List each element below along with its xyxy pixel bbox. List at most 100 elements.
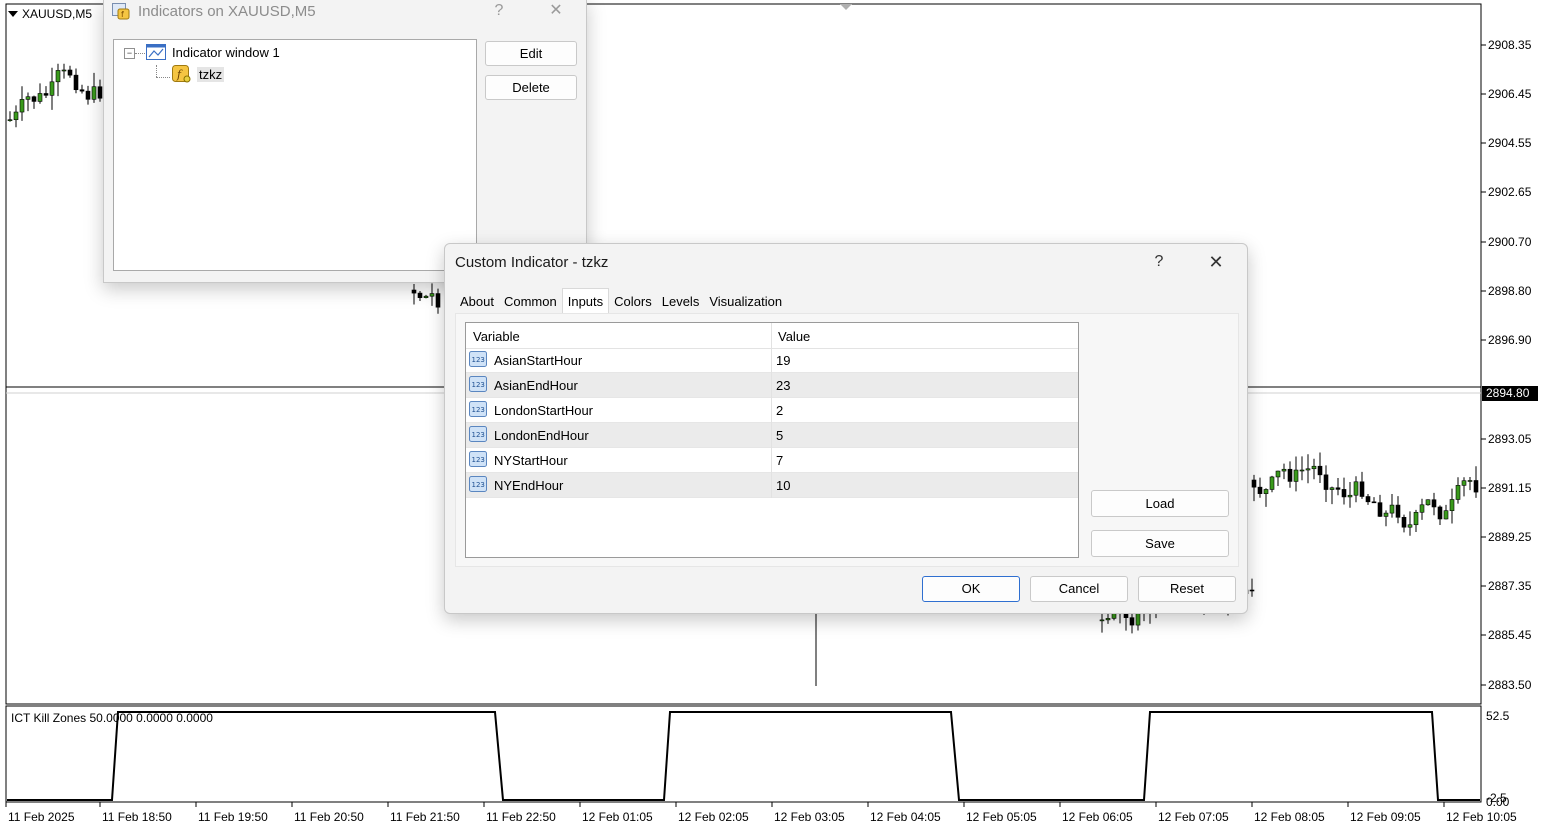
candle-body bbox=[1317, 465, 1323, 476]
collapse-toggle[interactable]: − bbox=[124, 48, 135, 59]
candle-body bbox=[1329, 487, 1335, 490]
tab-about[interactable]: About bbox=[455, 290, 499, 312]
help-button[interactable]: ? bbox=[484, 0, 514, 23]
price-tick-label: 2889.25 bbox=[1488, 530, 1532, 544]
candle-body bbox=[1099, 619, 1105, 622]
save-button[interactable]: Save bbox=[1091, 530, 1229, 557]
time-tick-label: 12 Feb 10:05 bbox=[1446, 810, 1517, 824]
dialog-help-button[interactable]: ? bbox=[1144, 250, 1174, 274]
candle-body bbox=[1251, 479, 1257, 488]
candle-body bbox=[1287, 468, 1293, 482]
kill-zones-line bbox=[7, 711, 1480, 801]
tab-common[interactable]: Common bbox=[499, 290, 562, 312]
tab-inputs[interactable]: Inputs bbox=[561, 288, 610, 314]
svg-text:f: f bbox=[121, 10, 124, 19]
tab-levels[interactable]: Levels bbox=[657, 290, 705, 312]
dialog-close-button[interactable]: ✕ bbox=[1201, 250, 1231, 274]
column-separator bbox=[771, 323, 772, 498]
candle-body bbox=[1407, 524, 1413, 528]
input-value[interactable]: 10 bbox=[776, 478, 790, 493]
indicators-window-titlebar[interactable]: f Indicators on XAUUSD,M5 ? ✕ bbox=[104, 0, 586, 27]
candle-body bbox=[1413, 511, 1419, 526]
svg-text:123: 123 bbox=[472, 481, 485, 489]
candle-body bbox=[1263, 489, 1269, 494]
candle-body bbox=[1473, 480, 1479, 493]
tab-colors[interactable]: Colors bbox=[609, 290, 657, 312]
time-tick-label: 12 Feb 03:05 bbox=[774, 810, 845, 824]
close-button[interactable]: ✕ bbox=[541, 0, 571, 23]
dropdown-triangle-icon[interactable] bbox=[8, 11, 18, 17]
input-row[interactable]: 123 LondonStartHour 2 bbox=[466, 398, 1078, 423]
price-tick-label: 2885.45 bbox=[1488, 628, 1532, 642]
input-row[interactable]: 123 NYEndHour 10 bbox=[466, 473, 1078, 498]
tree-item-indicator-window[interactable]: Indicator window 1 bbox=[146, 44, 280, 60]
input-variable-name: NYStartHour bbox=[494, 453, 568, 468]
custom-indicator-dialog: Custom Indicator - tzkz ? ✕ About Common… bbox=[444, 243, 1248, 614]
candle-body bbox=[1275, 470, 1281, 478]
time-tick-label: 12 Feb 05:05 bbox=[966, 810, 1037, 824]
current-price-badge: 2894.80 bbox=[1482, 386, 1538, 401]
candle-body bbox=[79, 89, 85, 92]
candle-body bbox=[435, 293, 441, 308]
integer-type-icon: 123 bbox=[469, 351, 487, 367]
candle-body bbox=[97, 86, 103, 99]
candle-body bbox=[1249, 589, 1255, 592]
indicator-tree[interactable]: − Indicator window 1 f tzkz bbox=[113, 39, 477, 271]
candle-body bbox=[1305, 468, 1311, 471]
candle-body bbox=[1389, 504, 1395, 514]
input-row[interactable]: 123 AsianEndHour 23 bbox=[466, 373, 1078, 398]
tree-connector bbox=[156, 77, 170, 78]
svg-text:123: 123 bbox=[472, 356, 485, 364]
candle-body bbox=[55, 70, 61, 83]
candle-body bbox=[1443, 510, 1449, 520]
tree-indicator-label: tzkz bbox=[197, 66, 225, 82]
time-tick-label: 11 Feb 18:50 bbox=[102, 810, 172, 824]
input-variable-name: LondonEndHour bbox=[494, 428, 589, 443]
candle-body bbox=[7, 119, 13, 122]
inputs-grid[interactable]: Variable Value 123 AsianStartHour 19 123 Asi… bbox=[465, 322, 1079, 558]
price-tick-label: 2891.15 bbox=[1488, 481, 1532, 495]
candle-body bbox=[417, 292, 423, 298]
reset-button[interactable]: Reset bbox=[1138, 576, 1236, 602]
symbol-label: XAUUSD,M5 bbox=[22, 7, 93, 21]
price-tick-label: 2883.50 bbox=[1488, 678, 1532, 692]
input-value[interactable]: 23 bbox=[776, 378, 790, 393]
input-value[interactable]: 7 bbox=[776, 453, 783, 468]
svg-text:123: 123 bbox=[472, 431, 485, 439]
candle-body bbox=[1359, 481, 1365, 497]
candle-body bbox=[1335, 487, 1341, 490]
input-row[interactable]: 123 NYStartHour 7 bbox=[466, 448, 1078, 473]
cancel-button[interactable]: Cancel bbox=[1030, 576, 1128, 602]
candle-body bbox=[25, 96, 31, 100]
input-value[interactable]: 5 bbox=[776, 428, 783, 443]
header-variable[interactable]: Variable bbox=[473, 329, 520, 344]
candle-body bbox=[1105, 618, 1111, 621]
candle-body bbox=[1425, 499, 1431, 506]
tree-window-label: Indicator window 1 bbox=[172, 44, 280, 60]
indicators-window: f Indicators on XAUUSD,M5 ? ✕ − Indicato… bbox=[103, 0, 587, 283]
input-row[interactable]: 123 LondonEndHour 5 bbox=[466, 423, 1078, 448]
ok-button[interactable]: OK bbox=[922, 576, 1020, 602]
tab-visualization[interactable]: Visualization bbox=[704, 290, 787, 312]
candle-body bbox=[1395, 504, 1401, 518]
svg-text:123: 123 bbox=[472, 381, 485, 389]
price-tick-label: 2898.80 bbox=[1488, 284, 1532, 298]
candle-body bbox=[1383, 512, 1389, 517]
candle-body bbox=[411, 289, 417, 294]
time-tick-label: 11 Feb 20:50 bbox=[294, 810, 364, 824]
candle-body bbox=[1257, 486, 1263, 494]
integer-type-icon: 123 bbox=[469, 376, 487, 392]
header-value[interactable]: Value bbox=[778, 329, 810, 344]
candle-body bbox=[19, 99, 25, 113]
delete-button[interactable]: Delete bbox=[485, 75, 577, 100]
candle-body bbox=[429, 293, 435, 297]
input-value[interactable]: 2 bbox=[776, 403, 783, 418]
price-tick-label: 2893.05 bbox=[1488, 432, 1532, 446]
load-button[interactable]: Load bbox=[1091, 490, 1229, 517]
input-row[interactable]: 123 AsianStartHour 19 bbox=[466, 348, 1078, 373]
indicators-window-title: Indicators on XAUUSD,M5 bbox=[138, 3, 316, 20]
custom-indicator-icon: f bbox=[172, 65, 191, 83]
tree-item-tzkz[interactable]: f tzkz bbox=[172, 65, 225, 83]
input-value[interactable]: 19 bbox=[776, 353, 790, 368]
edit-button[interactable]: Edit bbox=[485, 41, 577, 66]
